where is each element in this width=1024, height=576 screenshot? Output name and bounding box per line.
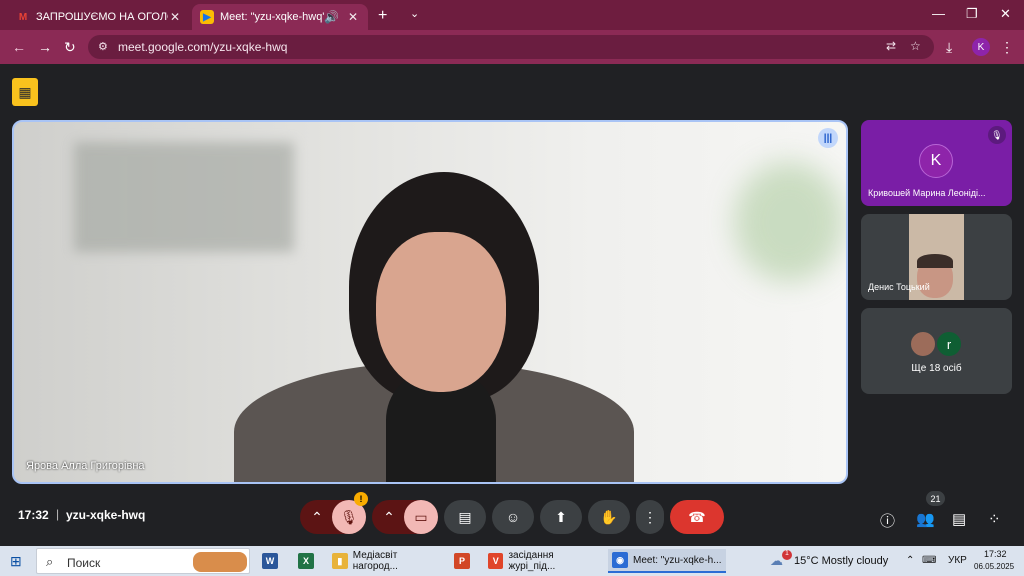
- omnibox[interactable]: ⚙ meet.google.com/yzu-xqke-hwq ⇄ ☆: [88, 35, 934, 59]
- bookmark-star-icon[interactable]: ☆: [910, 39, 921, 53]
- more-participants-label: Ще 18 осіб: [911, 363, 962, 374]
- mic-muted-icon: 🎙: [988, 126, 1006, 144]
- tab-search-chevron-icon[interactable]: ⌄: [410, 7, 419, 20]
- close-tab-icon[interactable]: ✕: [168, 10, 182, 24]
- participant-tile[interactable]: Денис Тоцький: [861, 214, 1012, 300]
- taskbar-file-explorer[interactable]: ▮ Медіасвіт нагород...: [332, 549, 444, 573]
- background-window: [74, 142, 294, 252]
- captions-button[interactable]: ▤: [444, 500, 486, 534]
- language-indicator[interactable]: УКР: [948, 555, 967, 566]
- more-participants-tile[interactable]: r Ще 18 осіб: [861, 308, 1012, 394]
- tab-meet[interactable]: ▶ Meet: "yzu-xqke-hwq" 🔊 ✕: [192, 4, 368, 30]
- speaker-icon[interactable]: 🔊: [324, 10, 339, 24]
- avatar: K: [919, 144, 953, 178]
- control-bar: 17:32 | yzu-xqke-hwq ⌃ 🎙 ! ⌃ ▭ ▤ ☺ ⬆ ✋ ⋮…: [0, 490, 1024, 546]
- windows-start-icon[interactable]: ⊞: [10, 553, 22, 570]
- meeting-info-icon[interactable]: ⓘ: [880, 510, 895, 531]
- search-icon: ⌕: [46, 554, 54, 569]
- tray-chevron-icon[interactable]: ⌃: [906, 555, 914, 566]
- word-icon: W: [262, 553, 278, 569]
- mic-options-chevron-icon[interactable]: ⌃: [304, 500, 330, 534]
- keyboard-icon[interactable]: ⌨: [922, 555, 936, 566]
- close-window-icon[interactable]: ✕: [1000, 6, 1011, 22]
- tab-title: ЗАПРОШУЄМО НА ОГОЛОШЕ: [36, 11, 168, 23]
- close-tab-icon[interactable]: ✕: [346, 10, 360, 24]
- reload-icon[interactable]: ↻: [64, 39, 76, 56]
- avatar: r: [935, 330, 963, 358]
- folder-icon: ▮: [332, 553, 348, 569]
- search-highlight-image: [193, 552, 247, 572]
- participant-name: Денис Тоцький: [868, 282, 930, 292]
- participant-tile[interactable]: 🎙 K Кривошей Марина Леоніді...: [861, 120, 1012, 206]
- participant-name: Кривошей Марина Леоніді...: [868, 188, 986, 198]
- forward-icon[interactable]: →: [38, 39, 52, 55]
- tab-title: Meet: "yzu-xqke-hwq": [220, 11, 324, 23]
- chrome-icon: ◉: [612, 552, 628, 568]
- new-tab-button[interactable]: +: [378, 7, 387, 25]
- taskbar-vivaldi[interactable]: V засідання журі_під...: [488, 549, 600, 573]
- excel-icon: X: [298, 553, 314, 569]
- people-icon[interactable]: 👥: [916, 510, 935, 528]
- taskbar-clock-date[interactable]: 06.05.2025: [974, 562, 1014, 571]
- present-button[interactable]: ⬆: [540, 500, 582, 534]
- chat-icon[interactable]: ▤: [952, 510, 966, 528]
- address-bar-row: ← → ↻ ⚙ meet.google.com/yzu-xqke-hwq ⇄ ☆…: [0, 30, 1024, 64]
- divider: |: [56, 507, 60, 521]
- gmail-icon: M: [18, 11, 28, 23]
- menu-dots-icon[interactable]: ⋮: [1000, 39, 1014, 56]
- speaking-indicator-icon: |||: [818, 128, 838, 148]
- meeting-time: 17:32: [18, 508, 49, 522]
- raise-hand-button[interactable]: ✋: [588, 500, 630, 534]
- site-info-icon[interactable]: ⚙: [98, 40, 108, 53]
- main-speaker-name: Ярова Алла Григорівна: [26, 460, 145, 472]
- emoji-button[interactable]: ☺: [492, 500, 534, 534]
- mic-warning-badge: !: [354, 492, 368, 506]
- vivaldi-icon: V: [488, 553, 504, 569]
- taskbar-chrome-meet[interactable]: ◉ Meet: "yzu-xqke-h...: [608, 549, 726, 573]
- url-text[interactable]: meet.google.com/yzu-xqke-hwq: [118, 40, 287, 54]
- taskbar-label: Meet: "yzu-xqke-h...: [633, 554, 722, 566]
- weather-alert-badge: 1: [782, 550, 792, 560]
- avatar: [909, 330, 937, 358]
- leave-call-button[interactable]: ☎: [670, 500, 724, 534]
- activities-icon[interactable]: ⁘: [988, 510, 1001, 528]
- tab-strip: M ЗАПРОШУЄМО НА ОГОЛОШЕ ✕ ▶ Meet: "yzu-x…: [0, 0, 1024, 30]
- taskbar-clock-time[interactable]: 17:32: [984, 549, 1007, 559]
- taskbar-excel[interactable]: X: [298, 549, 319, 573]
- participant-count-badge: 21: [926, 491, 945, 506]
- taskbar-search-input[interactable]: ⌕ Поиск: [36, 548, 250, 574]
- participant-hair: [917, 254, 953, 268]
- recording-off-icon[interactable]: ▦: [12, 78, 38, 106]
- camera-options-chevron-icon[interactable]: ⌃: [376, 500, 402, 534]
- meeting-code: yzu-xqke-hwq: [66, 508, 146, 522]
- camera-off-button[interactable]: ▭: [404, 500, 438, 534]
- minimize-icon[interactable]: —: [932, 6, 945, 21]
- background-plant: [734, 162, 844, 282]
- os-taskbar: ⊞ ⌕ Поиск W X ▮ Медіасвіт нагород... P V…: [0, 546, 1024, 576]
- profile-avatar[interactable]: K: [972, 38, 990, 56]
- taskbar-label: Медіасвіт нагород...: [352, 550, 398, 572]
- meet-icon: ▶: [200, 10, 214, 24]
- search-label: Поиск: [67, 556, 101, 570]
- translate-icon[interactable]: ⇄: [886, 39, 896, 53]
- tab-gmail[interactable]: M ЗАПРОШУЄМО НА ОГОЛОШЕ ✕: [8, 4, 190, 30]
- back-icon[interactable]: ←: [12, 39, 26, 55]
- download-icon[interactable]: ⤓: [946, 39, 952, 56]
- powerpoint-icon: P: [454, 553, 470, 569]
- taskbar-powerpoint[interactable]: P: [454, 549, 475, 573]
- taskbar-label: засідання журі_під...: [508, 550, 556, 572]
- meet-stage: ▦ ||| Ярова Алла Григорівна 🎙 K Кривошей…: [0, 64, 1024, 546]
- weather-text[interactable]: 15°C Mostly cloudy: [794, 555, 888, 567]
- speaker-face: [376, 232, 506, 392]
- restore-icon[interactable]: ❐: [966, 6, 978, 22]
- taskbar-word[interactable]: W: [262, 549, 283, 573]
- main-video-tile[interactable]: ||| Ярова Алла Григорівна: [12, 120, 848, 484]
- more-options-button[interactable]: ⋮: [636, 500, 664, 534]
